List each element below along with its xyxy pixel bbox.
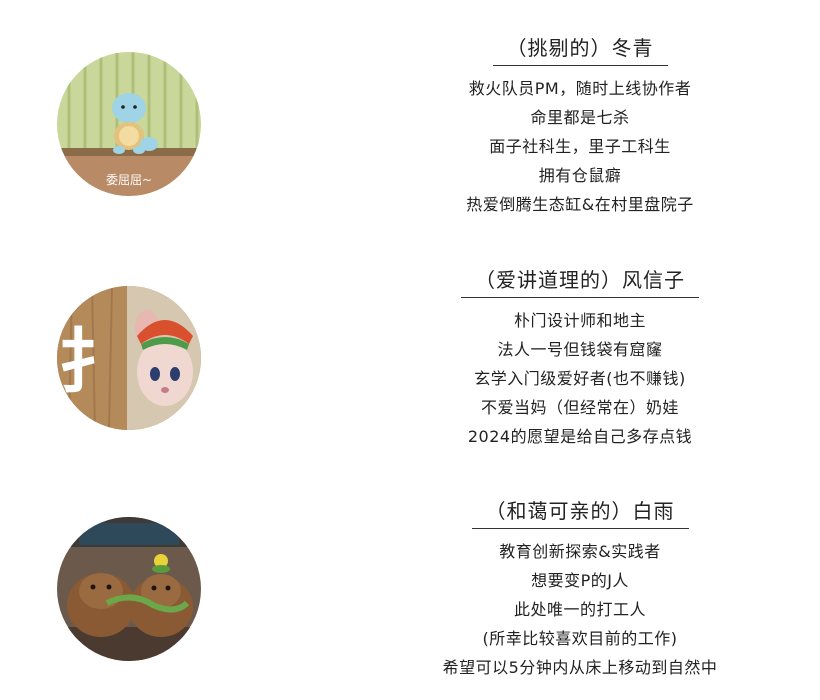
member-info: （爱讲道理的）风信子 朴门设计师和地主 法人一号但钱袋有窟窿 玄学入门级爱好者(… — [410, 266, 750, 451]
description-line: 拥有仓鼠癖 — [538, 166, 622, 185]
member-info: （和蔼可亲的）白雨 教育创新探索&实践者 想要变P的J人 此处唯一的打工人 (所… — [410, 497, 750, 682]
avatar-image — [57, 517, 201, 661]
capybara-plush-avatar-icon — [57, 517, 201, 661]
description-line: 2024的愿望是给自己多存点钱 — [467, 427, 693, 446]
description-line: 教育创新探索&实践者 — [499, 542, 661, 561]
member-info: （挑剔的）冬青 救火队员PM，随时上线协作者 命里都是七杀 面子社科生，里子工科… — [410, 34, 750, 219]
description-line: 希望可以5分钟内从床上移动到自然中 — [442, 658, 718, 677]
avatar-image: 委屈屈~ — [57, 52, 201, 196]
description-line: 想要变P的J人 — [531, 571, 629, 590]
description-line: 不爱当妈（但经常在）奶娃 — [480, 398, 679, 417]
description-line: 命里都是七杀 — [530, 108, 630, 127]
description-line: 救火队员PM，随时上线协作者 — [468, 79, 692, 98]
squirtle-avatar-icon: 委屈屈~ — [57, 52, 201, 196]
member-name: （和蔼可亲的）白雨 — [471, 497, 689, 529]
description-line: 此处唯一的打工人 — [513, 600, 646, 619]
description-line: 法人一号但钱袋有窟窿 — [497, 340, 663, 359]
avatar-image: 扌 — [57, 286, 201, 430]
description-line: 热爱倒腾生态缸&在村里盘院子 — [466, 195, 694, 214]
member-description: 救火队员PM，随时上线协作者 命里都是七杀 面子社科生，里子工科生 拥有仓鼠癖 … — [410, 74, 750, 219]
description-line: 玄学入门级爱好者(也不赚钱) — [474, 369, 686, 388]
member-description: 教育创新探索&实践者 想要变P的J人 此处唯一的打工人 (所幸比较喜欢目前的工作… — [410, 537, 750, 682]
description-line: 朴门设计师和地主 — [513, 311, 646, 330]
member-name: （爱讲道理的）风信子 — [461, 266, 699, 298]
description-line: (所幸比较喜欢目前的工作) — [482, 629, 678, 648]
avatar-glyph: 扌 — [58, 321, 128, 403]
member-description: 朴门设计师和地主 法人一号但钱袋有窟窿 玄学入门级爱好者(也不赚钱) 不爱当妈（… — [410, 306, 750, 451]
member-name: （挑剔的）冬青 — [492, 34, 668, 66]
description-line: 面子社科生，里子工科生 — [489, 137, 671, 156]
plush-mouse-avatar-icon: 扌 — [57, 286, 201, 430]
avatar-caption: 委屈屈~ — [106, 173, 152, 187]
